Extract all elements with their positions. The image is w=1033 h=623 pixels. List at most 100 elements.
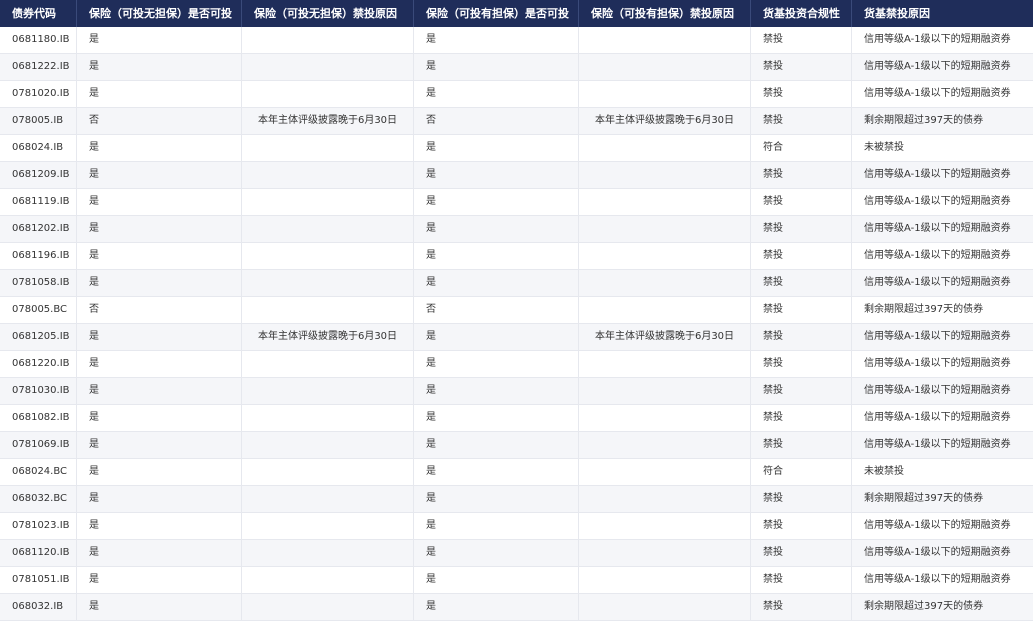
cell-bond-code: 068024.BC	[0, 459, 77, 485]
cell-secured-reason	[579, 54, 751, 80]
header-unsecured-reason[interactable]: 保险（可投无担保）禁投原因	[242, 0, 414, 27]
cell-bond-code: 0681222.IB	[0, 54, 77, 80]
cell-mmf-compliance: 禁投	[751, 513, 852, 539]
cell-mmf-reason: 信用等级A-1级以下的短期融资券	[864, 88, 1011, 99]
cell-unsecured-reason	[242, 594, 414, 620]
table-row[interactable]: 0681222.IB 是是禁投 信用等级A-1级以下的短期融资券	[0, 54, 1033, 81]
cell-secured-investable: 是	[414, 459, 579, 485]
cell-secured-reason	[579, 513, 751, 539]
cell-mmf-reason: 信用等级A-1级以下的短期融资券	[864, 277, 1011, 288]
cell-unsecured-investable: 是	[77, 459, 242, 485]
cell-unsecured-reason	[242, 351, 414, 377]
cell-secured-reason	[579, 135, 751, 161]
cell-bond-code: 0781069.IB	[0, 432, 77, 458]
table-row[interactable]: 0781023.IB 是是禁投 信用等级A-1级以下的短期融资券	[0, 513, 1033, 540]
header-mmf-reason[interactable]: 货基禁投原因	[852, 0, 1033, 27]
cell-unsecured-reason	[242, 81, 414, 107]
cell-secured-investable: 是	[414, 378, 579, 404]
header-unsecured-investable[interactable]: 保险（可投无担保）是否可投	[77, 0, 242, 27]
table-row[interactable]: 068032.IB 是是禁投 剩余期限超过397天的债券	[0, 594, 1033, 621]
cell-unsecured-investable: 是	[77, 81, 242, 107]
cell-unsecured-investable: 是	[77, 567, 242, 593]
cell-unsecured-reason	[242, 216, 414, 242]
table-row[interactable]: 0681082.IB 是是禁投 信用等级A-1级以下的短期融资券	[0, 405, 1033, 432]
cell-unsecured-reason	[242, 432, 414, 458]
table-row[interactable]: 0681205.IB 是本年主体评级披露晚于6月30日是本年主体评级披露晚于6月3…	[0, 324, 1033, 351]
table-row[interactable]: 0681202.IB 是是禁投 信用等级A-1级以下的短期融资券	[0, 216, 1033, 243]
cell-mmf-reason: 信用等级A-1级以下的短期融资券	[864, 358, 1011, 369]
table-row[interactable]: 068032.BC 是是禁投 剩余期限超过397天的债券	[0, 486, 1033, 513]
table-row[interactable]: 0681196.IB 是是禁投 信用等级A-1级以下的短期融资券	[0, 243, 1033, 270]
cell-secured-investable: 是	[414, 405, 579, 431]
table-row[interactable]: 0681209.IB 是是禁投 信用等级A-1级以下的短期融资券	[0, 162, 1033, 189]
table-body: 0681180.IB 是是禁投 信用等级A-1级以下的短期融资券 0681222.IB…	[0, 27, 1033, 621]
cell-mmf-compliance: 禁投	[751, 27, 852, 53]
table-row[interactable]: 068024.BC 是是符合 未被禁投	[0, 459, 1033, 486]
table-row[interactable]: 0681120.IB 是是禁投 信用等级A-1级以下的短期融资券	[0, 540, 1033, 567]
cell-mmf-compliance: 禁投	[751, 432, 852, 458]
cell-mmf-compliance: 符合	[751, 135, 852, 161]
cell-secured-investable: 是	[414, 540, 579, 566]
cell-unsecured-reason	[242, 567, 414, 593]
cell-mmf-compliance: 禁投	[751, 486, 852, 512]
bond-compliance-table: 债券代码 保险（可投无担保）是否可投 保险（可投无担保）禁投原因 保险（可投有担保）是…	[0, 0, 1033, 621]
cell-secured-investable: 是	[414, 189, 579, 215]
cell-mmf-reason: 信用等级A-1级以下的短期融资券	[864, 520, 1011, 531]
table-row[interactable]: 078005.IB 否本年主体评级披露晚于6月30日否本年主体评级披露晚于6月30…	[0, 108, 1033, 135]
cell-secured-reason	[579, 351, 751, 377]
cell-unsecured-investable: 是	[77, 162, 242, 188]
cell-bond-code: 068032.IB	[0, 594, 77, 620]
cell-secured-investable: 是	[414, 432, 579, 458]
cell-unsecured-investable: 是	[77, 432, 242, 458]
table-row[interactable]: 0781030.IB 是是禁投 信用等级A-1级以下的短期融资券	[0, 378, 1033, 405]
cell-unsecured-reason	[242, 540, 414, 566]
cell-unsecured-investable: 是	[77, 216, 242, 242]
cell-bond-code: 0781058.IB	[0, 270, 77, 296]
cell-secured-investable: 是	[414, 81, 579, 107]
table-row[interactable]: 0681180.IB 是是禁投 信用等级A-1级以下的短期融资券	[0, 27, 1033, 54]
cell-secured-investable: 是	[414, 270, 579, 296]
cell-unsecured-investable: 是	[77, 486, 242, 512]
cell-secured-reason	[579, 567, 751, 593]
cell-bond-code: 0681209.IB	[0, 162, 77, 188]
table-row[interactable]: 0681119.IB 是是禁投 信用等级A-1级以下的短期融资券	[0, 189, 1033, 216]
cell-unsecured-investable: 是	[77, 594, 242, 620]
cell-unsecured-reason	[242, 378, 414, 404]
cell-secured-investable: 是	[414, 27, 579, 53]
cell-unsecured-reason: 本年主体评级披露晚于6月30日	[242, 108, 414, 134]
cell-mmf-compliance: 禁投	[751, 189, 852, 215]
cell-mmf-reason: 信用等级A-1级以下的短期融资券	[864, 223, 1011, 234]
table-row[interactable]: 0781058.IB 是是禁投 信用等级A-1级以下的短期融资券	[0, 270, 1033, 297]
cell-mmf-compliance: 禁投	[751, 54, 852, 80]
cell-mmf-compliance: 禁投	[751, 162, 852, 188]
cell-mmf-reason: 未被禁投	[864, 142, 904, 153]
table-row[interactable]: 0681220.IB 是是禁投 信用等级A-1级以下的短期融资券	[0, 351, 1033, 378]
cell-unsecured-reason	[242, 459, 414, 485]
cell-unsecured-reason	[242, 270, 414, 296]
header-secured-reason[interactable]: 保险（可投有担保）禁投原因	[579, 0, 751, 27]
header-bond-code[interactable]: 债券代码	[0, 0, 77, 27]
cell-secured-investable: 是	[414, 54, 579, 80]
cell-secured-reason	[579, 405, 751, 431]
table-row[interactable]: 0781020.IB 是是禁投 信用等级A-1级以下的短期融资券	[0, 81, 1033, 108]
cell-mmf-reason: 未被禁投	[864, 466, 904, 477]
header-mmf-compliance[interactable]: 货基投资合规性	[751, 0, 852, 27]
header-secured-investable[interactable]: 保险（可投有担保）是否可投	[414, 0, 579, 27]
table-row[interactable]: 0781051.IB 是是禁投 信用等级A-1级以下的短期融资券	[0, 567, 1033, 594]
cell-unsecured-reason	[242, 27, 414, 53]
cell-secured-reason: 本年主体评级披露晚于6月30日	[579, 324, 751, 350]
cell-mmf-compliance: 禁投	[751, 351, 852, 377]
cell-bond-code: 0781030.IB	[0, 378, 77, 404]
cell-bond-code: 0681119.IB	[0, 189, 77, 215]
cell-mmf-compliance: 禁投	[751, 594, 852, 620]
cell-bond-code: 0681202.IB	[0, 216, 77, 242]
cell-bond-code: 0681205.IB	[0, 324, 77, 350]
table-row[interactable]: 078005.BC 否否禁投 剩余期限超过397天的债券	[0, 297, 1033, 324]
table-row[interactable]: 068024.IB 是是符合 未被禁投	[0, 135, 1033, 162]
table-row[interactable]: 0781069.IB 是是禁投 信用等级A-1级以下的短期融资券	[0, 432, 1033, 459]
cell-unsecured-investable: 是	[77, 135, 242, 161]
cell-secured-investable: 是	[414, 486, 579, 512]
cell-mmf-compliance: 禁投	[751, 405, 852, 431]
cell-bond-code: 068024.IB	[0, 135, 77, 161]
cell-unsecured-investable: 否	[77, 297, 242, 323]
